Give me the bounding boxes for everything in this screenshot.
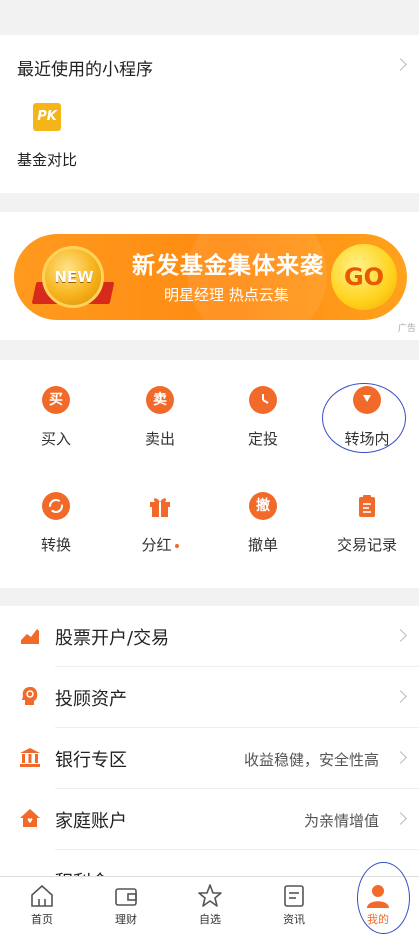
stock-chart-icon	[21, 629, 39, 644]
advisor-icon	[22, 687, 38, 705]
star-icon	[198, 884, 222, 907]
action-label: 交易记录	[336, 536, 397, 554]
tab-label: 理财	[115, 913, 137, 926]
tab-wealth[interactable]: 理财	[84, 877, 168, 934]
recent-mini-programs-title: 最近使用的小程序	[17, 60, 153, 80]
tab-label: 首页	[31, 913, 53, 926]
banner-title: 新发基金集体来袭	[132, 253, 324, 279]
action-convert[interactable]: 转换	[4, 492, 108, 555]
home-icon	[20, 809, 40, 827]
buy-icon: 买	[42, 386, 70, 414]
gift-icon	[146, 492, 174, 520]
list-item-family[interactable]: 家庭账户 为亲情增值	[0, 789, 419, 849]
new-fund-banner[interactable]: NEW 新发基金集体来袭 明星经理 热点云集 GO	[14, 234, 407, 320]
list-item-subtitle: 收益稳健，安全性高	[243, 751, 379, 769]
recent-mini-programs-section: 最近使用的小程序 PK 基金对比	[0, 35, 419, 193]
list-item-bank[interactable]: 银行专区 收益稳健，安全性高	[0, 728, 419, 788]
cancel-order-icon: 撤	[249, 492, 277, 520]
annotation-circle	[322, 383, 406, 453]
chevron-right-icon	[394, 751, 407, 764]
home-tab-icon	[31, 884, 53, 907]
chevron-right-icon	[394, 812, 407, 825]
tab-watchlist[interactable]: 自选	[168, 877, 252, 934]
action-label: 买入	[40, 430, 71, 448]
tab-label: 资讯	[283, 913, 305, 926]
action-label: 定投	[247, 430, 278, 448]
chevron-right-icon	[394, 629, 407, 642]
tab-label: 自选	[199, 913, 221, 926]
bottom-tab-bar: 首页 理财 自选 资讯 我的	[0, 876, 419, 934]
fund-compare-app-icon[interactable]: PK	[33, 103, 61, 131]
list-item-stock[interactable]: 股票开户/交易	[0, 606, 419, 666]
action-buy[interactable]: 买 买入	[4, 386, 108, 449]
action-auto-invest[interactable]: 定投	[211, 386, 315, 449]
service-list: 股票开户/交易 投顾资产 银行专区 收益稳健，安全性高 家庭账户 为亲情增值 积…	[0, 606, 419, 893]
notification-dot	[174, 543, 179, 548]
go-button[interactable]: GO	[331, 244, 397, 310]
bank-icon	[20, 748, 40, 767]
ad-label: 广告	[397, 324, 416, 334]
medal-new-text: NEW	[54, 268, 94, 286]
chevron-right-icon	[394, 690, 407, 703]
action-dividend[interactable]: 分红	[108, 492, 212, 555]
list-item-subtitle: 为亲情增值	[303, 812, 379, 830]
news-icon	[284, 885, 304, 907]
chevron-right-icon[interactable]	[394, 58, 407, 71]
wallet-icon	[115, 888, 137, 906]
tab-news[interactable]: 资讯	[252, 877, 336, 934]
action-label: 卖出	[144, 430, 175, 448]
clock-icon	[249, 386, 277, 414]
list-item-label: 家庭账户	[55, 811, 127, 832]
annotation-circle	[357, 862, 410, 934]
action-trade-record[interactable]: 交易记录	[315, 492, 419, 555]
list-item-label: 股票开户/交易	[55, 628, 170, 649]
record-icon	[353, 492, 381, 520]
action-cancel-order[interactable]: 撤 撤单	[211, 492, 315, 555]
list-item-label: 银行专区	[55, 750, 127, 771]
list-item-advisor[interactable]: 投顾资产	[0, 667, 419, 727]
sell-icon: 卖	[146, 386, 174, 414]
dividend-label: 分红	[141, 536, 172, 554]
fund-compare-app-label[interactable]: 基金对比	[17, 149, 77, 170]
action-grid: 买 买入 卖 卖出 定投 转场内 转换 分红 撤 撤单 交易记录	[0, 360, 419, 588]
list-item-label: 投顾资产	[55, 689, 127, 710]
banner-subtitle: 明星经理 热点云集	[164, 286, 289, 304]
action-label: 转换	[40, 536, 71, 554]
action-sell[interactable]: 卖 卖出	[108, 386, 212, 449]
action-label: 分红	[108, 534, 212, 555]
banner-section: NEW 新发基金集体来袭 明星经理 热点云集 GO 广告	[0, 212, 419, 340]
action-label: 撤单	[247, 536, 278, 554]
convert-icon	[42, 492, 70, 520]
tab-home[interactable]: 首页	[0, 877, 84, 934]
